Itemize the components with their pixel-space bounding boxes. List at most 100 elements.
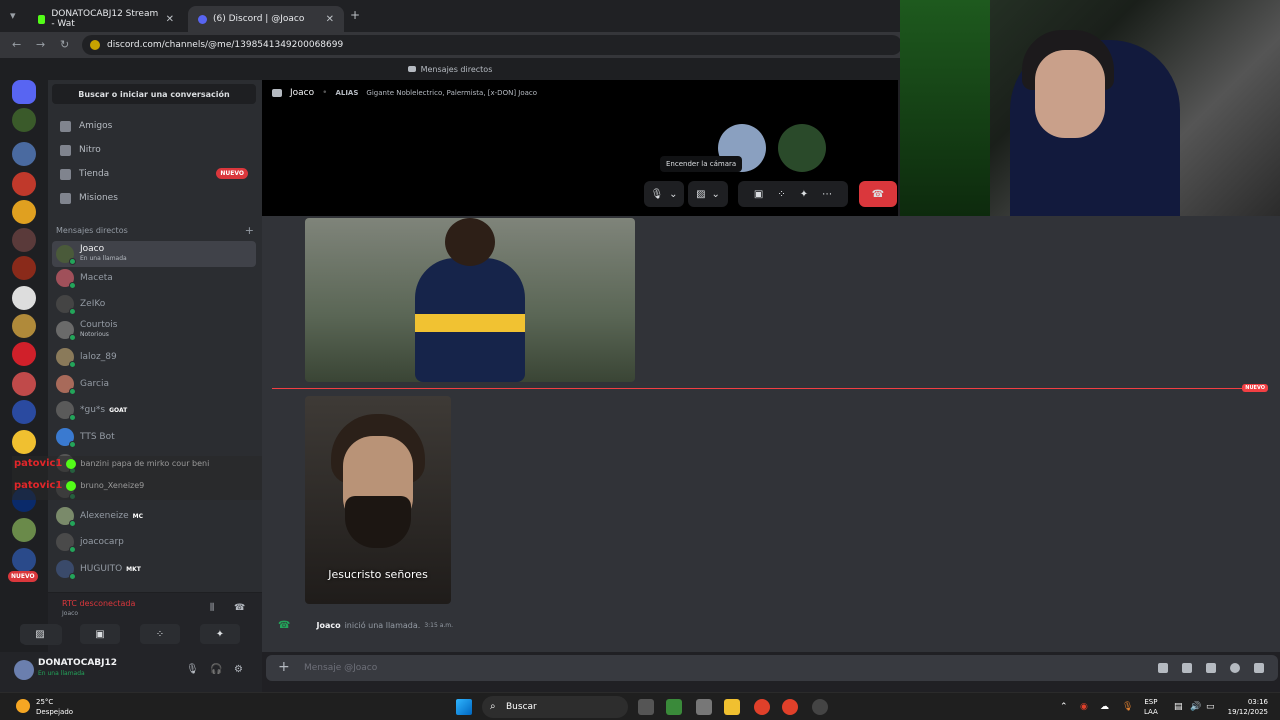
chevron-up-icon[interactable]: ⌃ xyxy=(1060,702,1068,712)
more-icon[interactable]: ⋯ xyxy=(822,189,832,200)
tray-app-icon[interactable]: ☁ xyxy=(1100,702,1109,712)
app-icon[interactable] xyxy=(812,699,828,715)
dm-item[interactable]: Alexeneize MC xyxy=(52,503,256,529)
message-composer[interactable]: + Mensaje @Joaco xyxy=(266,655,1278,681)
reload-icon[interactable]: ↻ xyxy=(60,38,69,51)
nitro-icon xyxy=(60,144,71,156)
microphone-icon[interactable]: 🎙 xyxy=(1122,702,1133,712)
taskbar-search[interactable]: ⌕ Buscar xyxy=(482,696,628,718)
dm-item[interactable]: HUGUITO MKT xyxy=(52,556,256,582)
network-icon[interactable]: ▤ xyxy=(1174,702,1183,712)
screen-share-button[interactable]: ▣ xyxy=(80,624,120,644)
chevron-down-icon[interactable]: ⌄ xyxy=(712,189,720,200)
chrome-icon[interactable] xyxy=(782,699,798,715)
nav-friends[interactable]: Amigos xyxy=(52,115,256,137)
task-view-icon[interactable] xyxy=(638,699,654,715)
mute-button[interactable]: 🎙 ⌄ xyxy=(644,181,684,207)
site-info-icon[interactable] xyxy=(90,40,100,50)
camera-toggle-button[interactable]: ▨ xyxy=(20,624,60,644)
server-icon[interactable] xyxy=(12,200,36,224)
volume-icon[interactable]: 🔊 xyxy=(1190,702,1201,712)
message-image[interactable]: Jesucristo señores xyxy=(305,396,451,604)
create-dm-button[interactable]: + xyxy=(245,224,254,237)
tab-list-icon[interactable]: ▾ xyxy=(10,9,16,22)
headphones-icon[interactable]: 🎧 xyxy=(210,664,222,675)
activities-button[interactable]: ⁘ xyxy=(140,624,180,644)
chrome-icon[interactable] xyxy=(754,699,770,715)
start-button[interactable] xyxy=(456,699,472,715)
gif-icon[interactable] xyxy=(1182,663,1192,673)
server-icon[interactable] xyxy=(12,518,36,542)
file-explorer-icon[interactable] xyxy=(724,699,740,715)
close-icon[interactable]: ✕ xyxy=(326,14,334,25)
clock[interactable]: 03:16 19/12/2025 xyxy=(1228,697,1268,717)
app-icon[interactable] xyxy=(666,699,682,715)
nav-shop[interactable]: Tienda NUEVO xyxy=(52,163,256,185)
server-icon[interactable] xyxy=(12,142,36,166)
tab-discord[interactable]: (6) Discord | @Joaco ✕ xyxy=(188,6,344,32)
server-icon[interactable] xyxy=(12,430,36,454)
dm-item[interactable]: Garcia xyxy=(52,371,256,397)
server-icon[interactable] xyxy=(12,342,36,366)
search-icon: ⌕ xyxy=(490,701,496,712)
call-participant-avatar[interactable] xyxy=(778,124,826,172)
message-user[interactable]: Joaco xyxy=(316,621,340,630)
close-icon[interactable]: ✕ xyxy=(166,14,174,25)
rtc-status[interactable]: RTC desconectada xyxy=(62,599,135,608)
microphone-icon[interactable]: 🎙 xyxy=(186,664,199,675)
dm-item[interactable]: laloz_89 xyxy=(52,344,256,370)
weather-widget[interactable]: 25°C Despejado xyxy=(16,697,73,717)
dm-item[interactable]: Maceta xyxy=(52,265,256,291)
nav-quests[interactable]: Misiones xyxy=(52,187,256,209)
dm-item[interactable]: joacocarp xyxy=(52,529,256,555)
dm-search-button[interactable]: Buscar o iniciar una conversación xyxy=(52,84,256,104)
activities-icon[interactable]: ⁘ xyxy=(777,189,785,200)
tray-app-icon[interactable]: ◉ xyxy=(1080,702,1088,712)
server-icon[interactable] xyxy=(12,314,36,338)
server-icon[interactable] xyxy=(12,372,36,396)
disconnect-icon[interactable]: ☎ xyxy=(234,603,245,613)
server-icon[interactable] xyxy=(12,286,36,310)
new-tab-button[interactable]: + xyxy=(350,8,360,22)
dm-item[interactable]: ZeIKo xyxy=(52,291,256,317)
dm-name: ZeIKo xyxy=(80,299,106,309)
message-image[interactable] xyxy=(305,218,635,382)
server-icon[interactable] xyxy=(12,172,36,196)
dm-item[interactable]: TTS Bot xyxy=(52,424,256,450)
sticker-icon[interactable] xyxy=(1206,663,1216,673)
camera-button[interactable]: ▨ ⌄ xyxy=(688,181,728,207)
attach-button[interactable]: + xyxy=(278,659,290,675)
server-icon[interactable] xyxy=(12,400,36,424)
dm-name-block: Joaco En una llamada xyxy=(80,244,127,264)
server-icon[interactable] xyxy=(12,548,36,572)
message-input[interactable]: Mensaje @Joaco xyxy=(304,663,377,673)
calculator-icon[interactable] xyxy=(696,699,712,715)
noise-suppression-icon[interactable]: ⫼ xyxy=(210,603,214,613)
url-field[interactable]: discord.com/channels/@me/139854134920006… xyxy=(82,35,902,55)
gift-icon[interactable] xyxy=(1158,663,1168,673)
server-icon[interactable] xyxy=(12,256,36,280)
emoji-icon[interactable] xyxy=(1230,663,1240,673)
server-icon[interactable] xyxy=(12,228,36,252)
gear-icon[interactable]: ⚙ xyxy=(234,664,243,675)
avatar[interactable] xyxy=(14,660,34,680)
battery-icon[interactable]: ▭ xyxy=(1206,702,1215,712)
dm-item[interactable]: *gu*s GOAT xyxy=(52,397,256,423)
soundboard-icon[interactable]: ✦ xyxy=(800,189,808,200)
home-server-icon[interactable] xyxy=(12,80,36,104)
hang-up-button[interactable]: ☎ xyxy=(859,181,897,207)
language-indicator[interactable]: ESP LAA xyxy=(1144,697,1158,717)
rtc-actions: ▨ ▣ ⁘ ✦ xyxy=(20,624,260,644)
status-badge xyxy=(69,546,76,553)
back-icon[interactable]: ← xyxy=(12,38,21,51)
forward-icon[interactable]: → xyxy=(36,38,45,51)
soundboard-button[interactable]: ✦ xyxy=(200,624,240,644)
dm-item[interactable]: Courtois Notorious xyxy=(52,317,256,343)
tab-stream[interactable]: DONATOCABJ12 Stream - Wat ✕ xyxy=(28,6,184,32)
server-icon[interactable] xyxy=(12,108,36,132)
chevron-down-icon[interactable]: ⌄ xyxy=(669,189,677,200)
screen-share-icon[interactable]: ▣ xyxy=(754,189,763,200)
apps-icon[interactable] xyxy=(1254,663,1264,673)
dm-item[interactable]: Joaco En una llamada xyxy=(52,241,256,267)
nav-nitro[interactable]: Nitro xyxy=(52,139,256,161)
